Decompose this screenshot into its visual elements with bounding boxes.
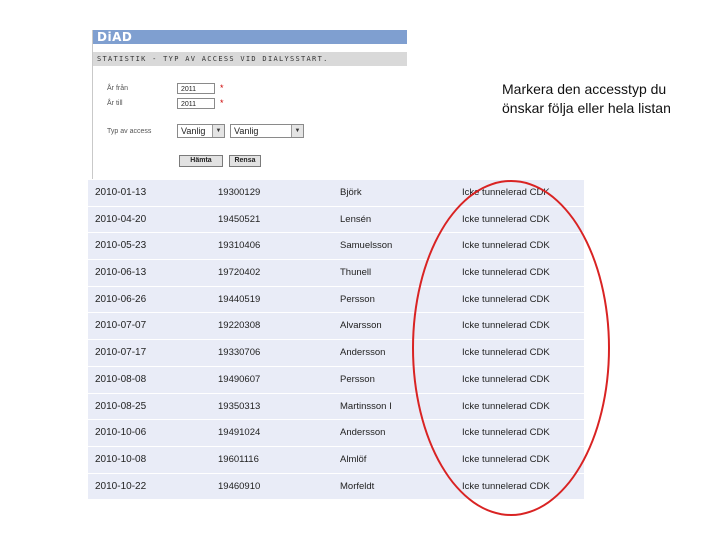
access-type-cell: Icke tunnelerad CDK bbox=[462, 267, 550, 279]
name-cell: Lensén bbox=[340, 213, 372, 225]
date-cell: 2010-04-20 bbox=[95, 213, 147, 225]
person-id-cell: 19720402 bbox=[218, 267, 261, 279]
access-type-label: Typ av access bbox=[107, 128, 152, 135]
access-type-cell: Icke tunnelerad CDK bbox=[462, 187, 550, 198]
person-id-cell: 19490607 bbox=[218, 373, 261, 385]
date-cell: 2010-06-13 bbox=[95, 267, 147, 279]
person-id-cell: 19330706 bbox=[218, 347, 261, 359]
date-cell: 2010-10-08 bbox=[95, 453, 147, 465]
table-row[interactable]: 2010-08-25 19350313 Martinsson I Icke tu… bbox=[88, 392, 584, 420]
from-year-input[interactable]: 2011 bbox=[177, 83, 215, 94]
access-type-select-value: Vanlig bbox=[234, 126, 259, 136]
person-id-cell: 19450521 bbox=[218, 213, 261, 225]
required-marker: * bbox=[220, 98, 224, 108]
person-id-cell: 19300129 bbox=[218, 187, 261, 198]
table-row[interactable]: 2010-07-07 19220308 Alvarsson Icke tunne… bbox=[88, 312, 584, 340]
access-type-cell: Icke tunnelerad CDK bbox=[462, 373, 550, 385]
access-type-select-value: Vanlig bbox=[181, 126, 206, 136]
table-row[interactable]: 2010-08-08 19490607 Persson Icke tunnele… bbox=[88, 365, 584, 393]
access-type-cell: Icke tunnelerad CDK bbox=[462, 240, 550, 252]
date-cell: 2010-10-06 bbox=[95, 427, 147, 439]
table-row[interactable]: 2010-04-20 19450521 Lensén Icke tunneler… bbox=[88, 205, 584, 233]
person-id-cell: 19601116 bbox=[218, 453, 259, 465]
brand-bar: DiAD bbox=[93, 30, 407, 44]
person-id-cell: 19310406 bbox=[218, 240, 261, 252]
date-cell: 2010-06-26 bbox=[95, 293, 147, 305]
access-type-cell: Icke tunnelerad CDK bbox=[462, 213, 550, 225]
person-id-cell: 19350313 bbox=[218, 400, 261, 412]
access-type-cell: Icke tunnelerad CDK bbox=[462, 427, 550, 439]
table-row[interactable]: 2010-06-26 19440519 Persson Icke tunnele… bbox=[88, 285, 584, 313]
name-cell: Björk bbox=[340, 187, 362, 198]
callout-line: Markera den accesstyp du bbox=[502, 81, 667, 97]
table-row[interactable]: 2010-06-13 19720402 Thunell Icke tunnele… bbox=[88, 259, 584, 286]
date-cell: 2010-07-07 bbox=[95, 320, 147, 332]
name-cell: Persson bbox=[340, 293, 375, 305]
name-cell: Samuelsson bbox=[340, 240, 393, 252]
name-cell: Almlöf bbox=[340, 453, 367, 465]
person-id-cell: 19440519 bbox=[218, 293, 261, 305]
name-cell: Alvarsson bbox=[340, 320, 382, 332]
table-row[interactable]: 2010-01-13 19300129 Björk Icke tunnelera… bbox=[88, 179, 584, 206]
results-table: 2010-01-13 19300129 Björk Icke tunnelera… bbox=[88, 179, 584, 500]
chevron-down-icon[interactable]: ▼ bbox=[291, 125, 303, 137]
to-year-label: År till bbox=[107, 100, 123, 107]
page-title: STATISTIK - TYP AV ACCESS VID DIALYSSTAR… bbox=[97, 55, 329, 63]
to-year-input[interactable]: 2011 bbox=[177, 98, 215, 109]
callout-line: önskar följa eller hela listan bbox=[502, 100, 671, 116]
access-type-cell: Icke tunnelerad CDK bbox=[462, 347, 550, 359]
brand-logo: DiAD bbox=[97, 30, 133, 44]
access-type-cell: Icke tunnelerad CDK bbox=[462, 320, 550, 332]
table-row[interactable]: 2010-10-06 19491024 Andersson Icke tunne… bbox=[88, 419, 584, 446]
name-cell: Thunell bbox=[340, 267, 372, 279]
table-row[interactable]: 2010-07-17 19330706 Andersson Icke tunne… bbox=[88, 339, 584, 366]
name-cell: Andersson bbox=[340, 427, 386, 439]
required-marker: * bbox=[220, 83, 224, 93]
date-cell: 2010-01-13 bbox=[95, 187, 147, 198]
person-id-cell: 19220308 bbox=[218, 320, 261, 332]
access-type-cell: Icke tunnelerad CDK bbox=[462, 293, 550, 305]
access-type-select-secondary[interactable]: Vanlig ▼ bbox=[230, 124, 304, 138]
person-id-cell: 19460910 bbox=[218, 480, 261, 492]
fetch-button[interactable]: Hämta bbox=[179, 155, 223, 167]
name-cell: Persson bbox=[340, 373, 375, 385]
table-row[interactable]: 2010-10-08 19601116 Almlöf Icke tunneler… bbox=[88, 445, 584, 473]
from-year-label: År från bbox=[107, 85, 129, 92]
name-cell: Andersson bbox=[340, 347, 386, 359]
instruction-callout: Markera den accesstyp du önskar följa el… bbox=[502, 80, 671, 118]
access-type-cell: Icke tunnelerad CDK bbox=[462, 480, 550, 492]
name-cell: Martinsson I bbox=[340, 400, 392, 412]
reset-button[interactable]: Rensa bbox=[229, 155, 261, 167]
date-cell: 2010-08-08 bbox=[95, 373, 147, 385]
chevron-down-icon[interactable]: ▼ bbox=[212, 125, 224, 137]
access-type-cell: Icke tunnelerad CDK bbox=[462, 400, 550, 412]
person-id-cell: 19491024 bbox=[218, 427, 261, 439]
date-cell: 2010-05-23 bbox=[95, 240, 147, 252]
name-cell: Morfeldt bbox=[340, 480, 375, 492]
date-cell: 2010-08-25 bbox=[95, 400, 147, 412]
date-cell: 2010-07-17 bbox=[95, 347, 147, 359]
table-row[interactable]: 2010-10-22 19460910 Morfeldt Icke tunnel… bbox=[88, 472, 584, 500]
access-type-cell: Icke tunnelerad CDK bbox=[462, 453, 550, 465]
access-type-select-primary[interactable]: Vanlig ▼ bbox=[177, 124, 225, 138]
table-row[interactable]: 2010-05-23 19310406 Samuelsson Icke tunn… bbox=[88, 232, 584, 260]
date-cell: 2010-10-22 bbox=[95, 480, 147, 492]
diad-window: DiAD STATISTIK - TYP AV ACCESS VID DIALY… bbox=[92, 30, 407, 180]
section-header: STATISTIK - TYP AV ACCESS VID DIALYSSTAR… bbox=[93, 52, 407, 66]
